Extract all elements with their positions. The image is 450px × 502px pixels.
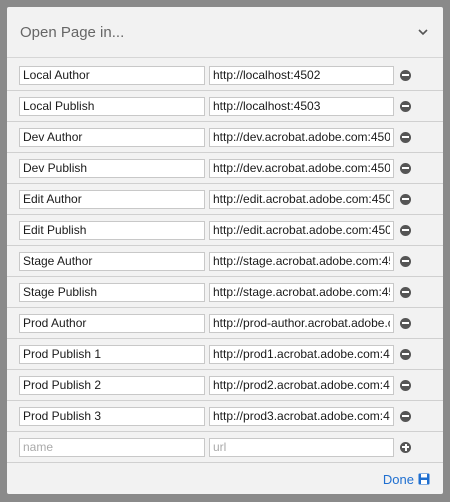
entry-row xyxy=(7,184,443,215)
done-label: Done xyxy=(382,471,414,487)
entry-name-input[interactable] xyxy=(19,375,205,395)
entry-row xyxy=(7,246,443,277)
remove-entry-button[interactable] xyxy=(400,69,411,81)
entry-url-input[interactable] xyxy=(209,127,394,147)
entry-row xyxy=(7,153,443,184)
remove-circle-icon xyxy=(402,105,409,107)
entry-row xyxy=(7,91,443,122)
remove-entry-button[interactable] xyxy=(400,131,411,143)
entry-name-input[interactable] xyxy=(19,344,205,364)
remove-entry-button[interactable] xyxy=(400,255,411,267)
entry-name-input[interactable] xyxy=(19,251,205,271)
entry-name-input[interactable] xyxy=(19,282,205,302)
entry-url-input[interactable] xyxy=(209,313,394,333)
entry-list xyxy=(7,60,443,432)
remove-entry-button[interactable] xyxy=(400,317,411,329)
entry-url-input[interactable] xyxy=(209,96,394,116)
new-url-input[interactable] xyxy=(209,437,394,457)
add-entry-button[interactable] xyxy=(400,441,411,453)
entry-name-input[interactable] xyxy=(19,406,205,426)
entry-url-input[interactable] xyxy=(209,344,394,364)
entry-name-input[interactable] xyxy=(19,65,205,85)
entry-row xyxy=(7,401,443,432)
entry-url-input[interactable] xyxy=(209,65,394,85)
add-circle-icon-vertical xyxy=(404,443,407,451)
entry-name-input[interactable] xyxy=(19,96,205,116)
panel-footer: Done xyxy=(7,464,443,494)
entry-name-input[interactable] xyxy=(19,127,205,147)
remove-circle-icon xyxy=(402,198,409,200)
entry-url-input[interactable] xyxy=(209,282,394,302)
entry-row xyxy=(7,122,443,153)
remove-circle-icon xyxy=(402,260,409,262)
open-page-panel: Open Page in... Done xyxy=(7,7,443,494)
entry-name-input[interactable] xyxy=(19,313,205,333)
remove-entry-button[interactable] xyxy=(400,410,411,422)
new-name-input[interactable] xyxy=(19,437,205,457)
remove-circle-icon xyxy=(402,136,409,138)
remove-circle-icon xyxy=(402,229,409,231)
remove-entry-button[interactable] xyxy=(400,162,411,174)
remove-entry-button[interactable] xyxy=(400,193,411,205)
remove-circle-icon xyxy=(402,74,409,76)
done-button[interactable]: Done xyxy=(383,472,430,487)
entry-name-input[interactable] xyxy=(19,189,205,209)
entry-row xyxy=(7,339,443,370)
entry-url-input[interactable] xyxy=(209,158,394,178)
remove-circle-icon xyxy=(402,291,409,293)
remove-circle-icon xyxy=(402,384,409,386)
remove-entry-button[interactable] xyxy=(400,379,411,391)
entry-url-input[interactable] xyxy=(209,189,394,209)
entry-name-input[interactable] xyxy=(19,220,205,240)
remove-circle-icon xyxy=(402,322,409,324)
entry-url-input[interactable] xyxy=(209,406,394,426)
entry-url-input[interactable] xyxy=(209,220,394,240)
remove-circle-icon xyxy=(402,167,409,169)
entry-row xyxy=(7,60,443,91)
remove-entry-button[interactable] xyxy=(400,286,411,298)
entry-url-input[interactable] xyxy=(209,251,394,271)
panel-title: Open Page in... xyxy=(20,23,125,41)
entry-row xyxy=(7,215,443,246)
panel-header[interactable]: Open Page in... xyxy=(7,7,443,58)
entry-row xyxy=(7,370,443,401)
remove-entry-button[interactable] xyxy=(400,100,411,112)
remove-entry-button[interactable] xyxy=(400,224,411,236)
new-entry-row xyxy=(7,432,443,463)
remove-entry-button[interactable] xyxy=(400,348,411,360)
entry-row xyxy=(7,308,443,339)
remove-circle-icon xyxy=(402,415,409,417)
entry-row xyxy=(7,277,443,308)
chevron-down-icon[interactable] xyxy=(417,26,429,38)
entry-url-input[interactable] xyxy=(209,375,394,395)
remove-circle-icon xyxy=(402,353,409,355)
entry-name-input[interactable] xyxy=(19,158,205,178)
save-icon xyxy=(418,473,430,485)
